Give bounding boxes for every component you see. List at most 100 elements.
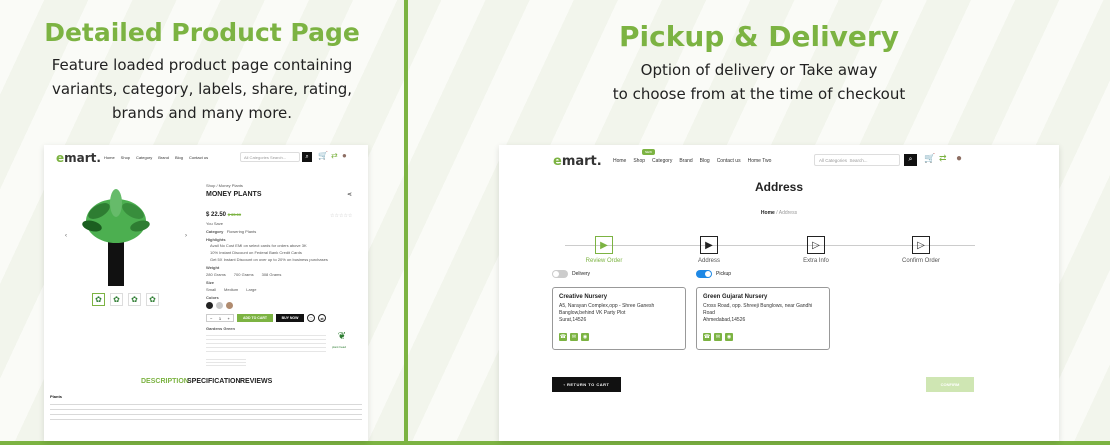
highlight-item: 10% Instant Discount on Federal Bank Cre… xyxy=(210,250,302,255)
brand-description xyxy=(206,332,326,354)
weight-option[interactable]: 280 Grams xyxy=(206,272,226,277)
nav-home[interactable]: Home xyxy=(104,155,115,160)
weight-option[interactable]: 700 Grams xyxy=(234,272,254,277)
highlight-item: Avail No Cost EMI on select cards for or… xyxy=(210,243,307,248)
highlight-item: Get 5X Instant Discount on over up to 20… xyxy=(210,257,328,262)
step-address[interactable]: ▶ Address xyxy=(684,236,734,264)
size-option[interactable]: Small xyxy=(206,287,216,292)
size-option[interactable]: Medium xyxy=(224,287,238,292)
nav-shop[interactable]: Shop xyxy=(633,158,645,164)
location-icon[interactable]: ◉ xyxy=(725,333,733,341)
color-swatch[interactable] xyxy=(226,302,233,309)
step-review-order[interactable]: ▶ Review Order xyxy=(579,236,629,264)
color-swatch[interactable] xyxy=(206,302,213,309)
pickup-toggle[interactable] xyxy=(696,270,712,278)
panel-title: Detailed Product Page xyxy=(44,18,360,47)
description-lead: Plants xyxy=(50,394,63,399)
feature-showcase: Detailed Product Page Feature loaded pro… xyxy=(0,0,1110,445)
address-page-mockup: emart. NEW Home Shop Category Brand Blog… xyxy=(499,145,1059,441)
nav-shop[interactable]: Shop xyxy=(121,155,130,160)
nav-contact[interactable]: Contact us xyxy=(189,155,208,160)
prev-image-icon[interactable]: ‹ xyxy=(65,233,67,239)
nav-home-two[interactable]: Home Two xyxy=(748,158,772,164)
tab-description[interactable]: DESCRIPTION xyxy=(141,378,189,385)
color-swatch[interactable] xyxy=(216,302,223,309)
confirm-button[interactable]: CONFIRM xyxy=(926,377,974,392)
store-actions: ☎ ✉ ◉ xyxy=(559,333,589,341)
weight-option[interactable]: 308 Grams xyxy=(262,272,282,277)
weight-label: Weight xyxy=(206,265,220,270)
store-name: Green Gujarat Nursery xyxy=(703,294,768,300)
tab-reviews[interactable]: REVIEWS xyxy=(240,378,272,385)
brand-name: plant head xyxy=(332,345,347,349)
panel-description: Option of delivery or Take away to choos… xyxy=(612,61,906,103)
compare-icon[interactable]: ⇄ xyxy=(331,151,338,160)
nav-badge: NEW xyxy=(642,149,655,155)
store-address: Cross Road, opp. Shreeji Bunglows, near … xyxy=(703,303,813,323)
size-option[interactable]: Large xyxy=(246,287,256,292)
quantity-stepper[interactable]: −1 + xyxy=(206,314,234,322)
email-icon[interactable]: ✉ xyxy=(570,333,578,341)
search-icon[interactable]: ⌕ xyxy=(302,152,312,162)
search-icon[interactable]: ⌕ xyxy=(904,154,917,166)
product-price: $ 22.50 $ 35.00 xyxy=(206,212,242,218)
product-thumbnail[interactable]: ✿ xyxy=(146,293,159,306)
cart-icon[interactable]: 🛒 xyxy=(924,153,935,164)
emart-logo[interactable]: emart. xyxy=(553,154,602,169)
compare-icon[interactable]: ⇄ xyxy=(939,153,947,164)
wishlist-icon[interactable]: ♡ xyxy=(307,314,315,322)
step-confirm-order[interactable]: ▷ Confirm Order xyxy=(896,236,946,264)
cart-icon[interactable]: 🛒 xyxy=(318,151,328,160)
play-outline-icon: ▷ xyxy=(912,236,930,254)
phone-icon[interactable]: ☎ xyxy=(703,333,711,341)
return-to-cart-button[interactable]: ‹ RETURN TO CART xyxy=(552,377,621,392)
page-title: Address xyxy=(754,180,804,194)
nav-category[interactable]: Category xyxy=(652,158,672,164)
share-icon[interactable]: ⋖ xyxy=(347,191,352,198)
brand-section-title: Gardens Green xyxy=(206,326,235,331)
pickup-store-card[interactable]: Green Gujarat Nursery Cross Road, opp. S… xyxy=(696,287,830,350)
avatar[interactable]: ● xyxy=(956,153,962,164)
add-to-cart-button[interactable]: ADD TO CART xyxy=(237,314,273,322)
play-outline-icon: ▷ xyxy=(807,236,825,254)
breadcrumb: Home / Address xyxy=(760,210,798,216)
product-thumbnail[interactable]: ✿ xyxy=(110,293,123,306)
delivery-toggle[interactable] xyxy=(552,270,568,278)
product-page-panel: Detailed Product Page Feature loaded pro… xyxy=(0,0,404,441)
nav-category[interactable]: Category xyxy=(136,155,152,160)
product-image[interactable] xyxy=(77,181,155,291)
rating-stars: ☆☆☆☆☆ xyxy=(330,213,353,219)
nav-brand[interactable]: Brand xyxy=(158,155,169,160)
pickup-label: Pickup xyxy=(716,271,732,277)
next-image-icon[interactable]: › xyxy=(185,233,187,239)
category-row: Category Flowering Plants xyxy=(206,229,257,234)
email-icon[interactable]: ✉ xyxy=(714,333,722,341)
nav-brand[interactable]: Brand xyxy=(679,158,692,164)
search-input[interactable]: All Categories Search... xyxy=(240,152,300,162)
nav-home[interactable]: Home xyxy=(613,158,626,164)
avatar[interactable]: ● xyxy=(342,151,347,160)
emart-logo[interactable]: emart. xyxy=(56,151,101,165)
nav-blog[interactable]: Blog xyxy=(700,158,710,164)
product-thumbnail[interactable]: ✿ xyxy=(92,293,105,306)
step-extra-info[interactable]: ▷ Extra Info xyxy=(791,236,841,264)
pickup-store-card[interactable]: Creative Nursery A5, Narayan Complex,opp… xyxy=(552,287,686,350)
nav-contact[interactable]: Contact us xyxy=(717,158,741,164)
product-thumbnail[interactable]: ✿ xyxy=(128,293,141,306)
search-input[interactable]: All Categories Search... xyxy=(814,154,900,166)
play-icon: ▶ xyxy=(595,236,613,254)
breadcrumb-home[interactable]: Home xyxy=(761,210,775,216)
terms-text xyxy=(206,357,246,367)
nav-blog[interactable]: Blog xyxy=(175,155,183,160)
compare-icon[interactable]: ⇄ xyxy=(318,314,326,322)
breadcrumb: Shop / Money Plants xyxy=(206,183,243,188)
store-name: Creative Nursery xyxy=(559,294,608,300)
tab-specification[interactable]: SPECIFICATION xyxy=(187,378,241,385)
color-swatches xyxy=(206,302,233,309)
buy-now-button[interactable]: BUY NOW xyxy=(276,314,304,322)
brand-logo-icon[interactable]: ❦ xyxy=(334,331,350,345)
delivery-label: Delivery xyxy=(572,271,591,277)
play-icon: ▶ xyxy=(700,236,718,254)
phone-icon[interactable]: ☎ xyxy=(559,333,567,341)
location-icon[interactable]: ◉ xyxy=(581,333,589,341)
